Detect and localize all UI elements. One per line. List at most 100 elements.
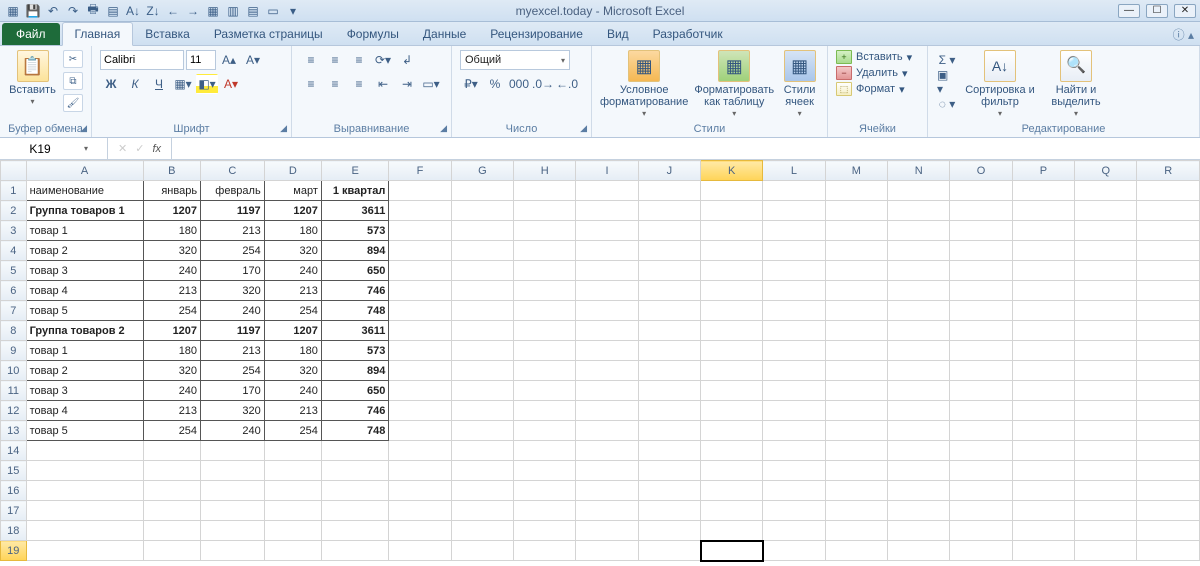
cell[interactable]: товар 2	[26, 361, 143, 381]
cell[interactable]	[1012, 361, 1074, 381]
cell[interactable]	[201, 541, 265, 561]
shrink-font-icon[interactable]: A▾	[242, 50, 264, 70]
cell[interactable]: Группа товаров 2	[26, 321, 143, 341]
cell[interactable]	[763, 501, 825, 521]
cell[interactable]	[763, 301, 825, 321]
cell[interactable]	[825, 201, 887, 221]
doc-icon[interactable]: ▭	[264, 2, 282, 20]
cell[interactable]	[763, 361, 825, 381]
row-header[interactable]: 1	[1, 181, 27, 201]
cell[interactable]	[576, 301, 638, 321]
arrow-right-icon[interactable]: →	[184, 2, 202, 20]
cell[interactable]	[389, 201, 451, 221]
row-header[interactable]: 11	[1, 381, 27, 401]
cell[interactable]	[389, 421, 451, 441]
align-middle-icon[interactable]: ≡	[324, 50, 346, 70]
cell[interactable]	[1137, 501, 1200, 521]
cell[interactable]	[1137, 361, 1200, 381]
paste-button[interactable]: 📋 Вставить ▾	[8, 50, 57, 108]
row-header[interactable]: 17	[1, 501, 27, 521]
format-as-table-button[interactable]: ▦ Форматировать как таблицу▾	[694, 50, 774, 120]
cell[interactable]: товар 2	[26, 241, 143, 261]
cell[interactable]	[763, 181, 825, 201]
cell[interactable]	[950, 341, 1012, 361]
cell[interactable]	[1075, 461, 1137, 481]
cell[interactable]	[26, 501, 143, 521]
row-header[interactable]: 14	[1, 441, 27, 461]
cell[interactable]	[638, 541, 700, 561]
col-header-P[interactable]: P	[1012, 161, 1074, 181]
cell[interactable]	[763, 281, 825, 301]
cell[interactable]	[825, 481, 887, 501]
cell[interactable]	[825, 421, 887, 441]
col-header-E[interactable]: E	[321, 161, 388, 181]
cell[interactable]	[950, 381, 1012, 401]
col-header-L[interactable]: L	[763, 161, 825, 181]
cut-icon[interactable]: ✂	[63, 50, 83, 68]
cell[interactable]	[701, 201, 763, 221]
cell[interactable]	[1075, 241, 1137, 261]
cell[interactable]	[763, 421, 825, 441]
cell[interactable]	[576, 541, 638, 561]
cell[interactable]	[825, 281, 887, 301]
cell[interactable]: 748	[321, 301, 388, 321]
cell[interactable]	[451, 201, 513, 221]
cell[interactable]	[264, 441, 321, 461]
cell[interactable]: 1207	[264, 201, 321, 221]
tab-file[interactable]: Файл	[2, 23, 60, 45]
cell[interactable]	[143, 441, 201, 461]
underline-button[interactable]: Ч	[148, 74, 170, 94]
worksheet-grid[interactable]: ABCDEFGHIJKLMNOPQR 1наименованиеянварьфе…	[0, 160, 1200, 566]
rows-icon[interactable]: ▤	[244, 2, 262, 20]
minimize-button[interactable]: —	[1118, 4, 1140, 18]
cell[interactable]	[888, 261, 950, 281]
cell[interactable]	[389, 441, 451, 461]
cell[interactable]	[638, 501, 700, 521]
tab-главная[interactable]: Главная	[62, 22, 134, 46]
cell[interactable]	[201, 521, 265, 541]
copy-icon[interactable]: ⧉	[63, 72, 83, 90]
undo-icon[interactable]: ↶	[44, 2, 62, 20]
cell[interactable]	[576, 341, 638, 361]
cell[interactable]: 320	[143, 241, 201, 261]
cell[interactable]	[1075, 321, 1137, 341]
cell[interactable]	[1137, 461, 1200, 481]
cell[interactable]	[514, 461, 576, 481]
cell[interactable]	[264, 521, 321, 541]
cell[interactable]: Группа товаров 1	[26, 201, 143, 221]
formula-input[interactable]	[172, 138, 1200, 159]
cell[interactable]	[264, 501, 321, 521]
row-header[interactable]: 19	[1, 541, 27, 561]
cell[interactable]	[701, 481, 763, 501]
cell[interactable]	[576, 261, 638, 281]
cell[interactable]: наименование	[26, 181, 143, 201]
row-header[interactable]: 13	[1, 421, 27, 441]
cell[interactable]	[701, 421, 763, 441]
cell[interactable]	[451, 221, 513, 241]
cell[interactable]	[950, 201, 1012, 221]
cell[interactable]	[763, 401, 825, 421]
cell[interactable]	[576, 461, 638, 481]
chevron-down-icon[interactable]: ▾	[80, 144, 92, 153]
cell[interactable]	[389, 301, 451, 321]
cell[interactable]	[888, 201, 950, 221]
cell[interactable]	[1137, 521, 1200, 541]
cell[interactable]	[1075, 381, 1137, 401]
cell[interactable]	[264, 481, 321, 501]
cell[interactable]	[950, 421, 1012, 441]
cell[interactable]	[888, 401, 950, 421]
sort-asc-icon[interactable]: A↓	[124, 2, 142, 20]
cell[interactable]	[1075, 301, 1137, 321]
cell[interactable]	[514, 541, 576, 561]
cell[interactable]	[638, 461, 700, 481]
cell[interactable]	[576, 401, 638, 421]
align-center-icon[interactable]: ≡	[324, 74, 346, 94]
cell[interactable]	[389, 401, 451, 421]
cell[interactable]	[638, 181, 700, 201]
cancel-icon[interactable]: ✕	[114, 142, 131, 155]
cell[interactable]	[514, 381, 576, 401]
cell[interactable]	[451, 521, 513, 541]
cell[interactable]: 170	[201, 381, 265, 401]
cell[interactable]	[26, 461, 143, 481]
cell[interactable]: 320	[264, 361, 321, 381]
